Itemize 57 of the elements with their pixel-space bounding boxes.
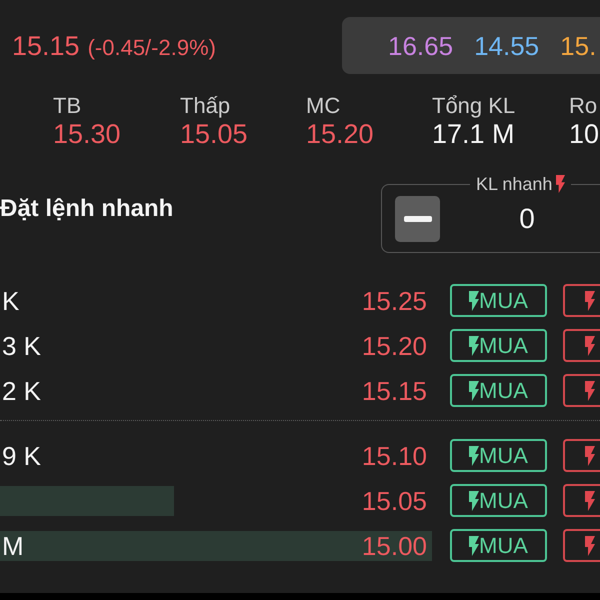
bolt-icon (585, 490, 595, 510)
bolt-icon (469, 536, 480, 556)
bolt-icon (585, 290, 595, 310)
bolt-icon (585, 446, 595, 466)
stat-value: 15.20 (306, 118, 375, 150)
bolt-icon (556, 175, 566, 193)
lightning-button[interactable] (563, 439, 600, 472)
buy-button[interactable]: MUA (450, 439, 547, 472)
stat-value: 10 (569, 118, 600, 150)
price-level: 15.20 (362, 330, 428, 360)
minus-icon (404, 216, 432, 222)
price-level: 15.25 (362, 286, 428, 316)
bolt-icon (469, 490, 480, 510)
volume-text: 2 K (1, 376, 42, 406)
lightning-button[interactable] (563, 529, 600, 562)
buy-button[interactable]: MUA (450, 374, 547, 407)
bolt-icon (469, 446, 480, 466)
stat-label: Thấp (180, 94, 232, 118)
price-value: 15. (560, 30, 596, 60)
bolt-icon (585, 336, 595, 356)
stat-label: TB (53, 94, 82, 118)
quantity-input[interactable]: 0 (497, 202, 557, 236)
lightning-button[interactable] (563, 284, 600, 317)
volume-text: M (1, 530, 24, 560)
bolt-icon (469, 380, 480, 400)
volume-text: K (1, 286, 20, 316)
stat-label: Ro (569, 94, 598, 118)
volume-text: 9 K (1, 440, 42, 470)
price-value: 14.55 (474, 30, 540, 60)
price-change: (-0.45/-2.9%) (88, 34, 216, 62)
bolt-icon (585, 380, 595, 400)
bolt-icon (469, 290, 480, 310)
volume-text: 3 K (1, 330, 42, 360)
stat-value: 15.30 (53, 118, 122, 150)
price-level: 15.05 (362, 486, 428, 516)
buy-button[interactable]: MUA (450, 329, 547, 362)
buy-button[interactable]: MUA (450, 284, 547, 317)
quantity-label: KL nhanh (476, 173, 552, 195)
minus-button[interactable] (395, 196, 440, 242)
stat-label: MC (306, 94, 342, 118)
last-price: 15.15 (12, 30, 80, 62)
price-level: 15.10 (362, 440, 428, 470)
stat-value: 17.1 M (432, 118, 516, 150)
lightning-button[interactable] (563, 329, 600, 362)
stat-label: Tổng KL (432, 94, 516, 118)
lightning-button[interactable] (563, 374, 600, 407)
price-level: 15.00 (362, 530, 428, 560)
stat-value: 15.05 (180, 118, 249, 150)
buy-button[interactable]: MUA (450, 529, 547, 562)
price-value: 16.65 (388, 30, 454, 60)
bolt-icon (469, 336, 480, 356)
section-title: Đặt lệnh nhanh (0, 194, 174, 224)
buy-button[interactable]: MUA (450, 484, 547, 517)
bolt-icon (585, 536, 595, 556)
quantity-stepper[interactable]: KL nhanh 0 (381, 173, 600, 253)
price-level: 15.15 (362, 376, 428, 406)
lightning-button[interactable] (563, 484, 600, 517)
